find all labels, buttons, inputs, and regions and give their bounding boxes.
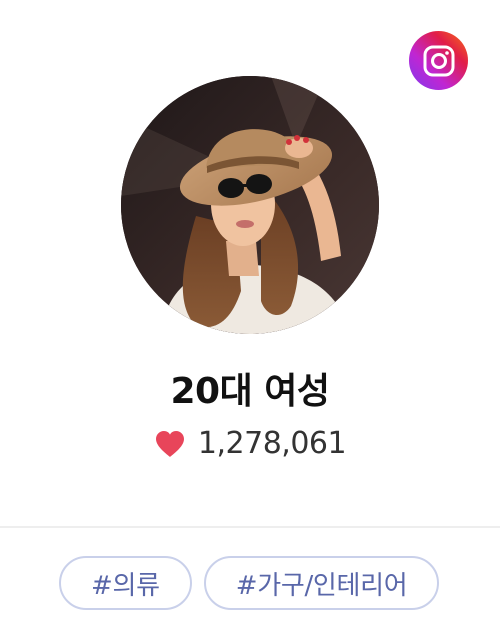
profile-name: 20대 여성 xyxy=(170,371,331,412)
likes-row: 1,278,061 xyxy=(0,426,500,461)
heart-icon xyxy=(155,430,184,457)
woman-in-sun-hat-photo xyxy=(121,76,379,334)
instagram-glyph xyxy=(423,45,454,76)
divider xyxy=(0,526,500,528)
avatar xyxy=(121,76,379,334)
profile-card: 20대 여성 1,278,061 #의류 #가구/인테리어 xyxy=(0,0,500,640)
instagram-icon[interactable] xyxy=(409,31,468,90)
tag-list: #의류 #가구/인테리어 xyxy=(59,556,440,610)
likes-count: 1,278,061 xyxy=(197,426,347,461)
tag-clothing[interactable]: #의류 xyxy=(59,556,192,610)
tag-furniture-interior[interactable]: #가구/인테리어 xyxy=(203,556,440,610)
